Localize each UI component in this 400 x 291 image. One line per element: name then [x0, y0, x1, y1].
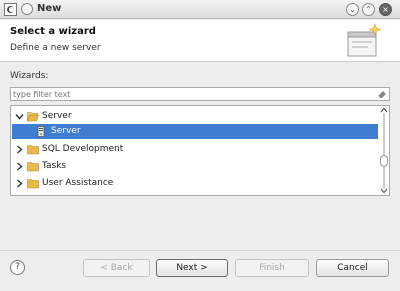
clear-filter-icon[interactable]	[377, 89, 387, 99]
finish-button[interactable]: Finish	[235, 259, 309, 277]
tree-item-sql-development[interactable]: SQL Development	[12, 142, 378, 157]
scroll-down-arrow-icon[interactable]	[380, 188, 388, 194]
page-description: Define a new server	[10, 43, 101, 53]
help-button[interactable]: ?	[10, 260, 25, 275]
tree-item-label: Tasks	[42, 161, 67, 171]
tree-item-user-assistance[interactable]: User Assistance	[12, 176, 378, 191]
tree-item-tasks[interactable]: Tasks	[12, 159, 378, 174]
scrollbar-thumb[interactable]	[380, 155, 388, 167]
server-icon	[37, 126, 45, 137]
window-title: New	[37, 3, 62, 14]
close-button[interactable]: ×	[379, 3, 392, 16]
tree-item-server-wizard[interactable]: Server	[12, 124, 378, 139]
minimize-button[interactable]: ⌄	[346, 3, 359, 16]
filter-input[interactable]	[13, 88, 373, 100]
wizard-tree[interactable]: Server Server SQL Development Tasks User…	[10, 105, 390, 196]
folder-icon	[27, 162, 39, 172]
back-button[interactable]: < Back	[83, 259, 150, 277]
window-menu-icon[interactable]	[21, 3, 33, 15]
new-wizard-icon	[347, 23, 382, 57]
tree-item-label: SQL Development	[42, 144, 124, 154]
maximize-button[interactable]: ⌃	[362, 3, 375, 16]
chevron-right-icon[interactable]	[15, 162, 24, 171]
page-title: Select a wizard	[10, 26, 96, 37]
chevron-right-icon[interactable]	[15, 145, 24, 154]
tree-scrollbar[interactable]	[380, 107, 388, 194]
next-button[interactable]: Next >	[156, 259, 228, 277]
tree-item-label: User Assistance	[42, 178, 114, 188]
wizards-label: Wizards:	[10, 71, 49, 81]
title-bar: New ⌄ ⌃ ×	[0, 0, 400, 19]
folder-icon	[27, 179, 39, 189]
folder-icon	[27, 145, 39, 155]
folder-open-icon	[27, 112, 39, 122]
tree-item-server-category[interactable]: Server	[12, 109, 378, 124]
tree-item-label: Server	[51, 126, 81, 136]
cancel-button[interactable]: Cancel	[316, 259, 389, 277]
footer-divider	[0, 250, 400, 251]
tree-item-label: Server	[42, 111, 72, 121]
filter-field[interactable]	[10, 87, 390, 101]
chevron-down-icon[interactable]	[15, 112, 24, 121]
chevron-right-icon[interactable]	[15, 179, 24, 188]
wizard-header: Select a wizard Define a new server	[0, 20, 400, 62]
scrollbar-track[interactable]	[383, 113, 385, 189]
eclipse-app-icon	[4, 3, 17, 16]
